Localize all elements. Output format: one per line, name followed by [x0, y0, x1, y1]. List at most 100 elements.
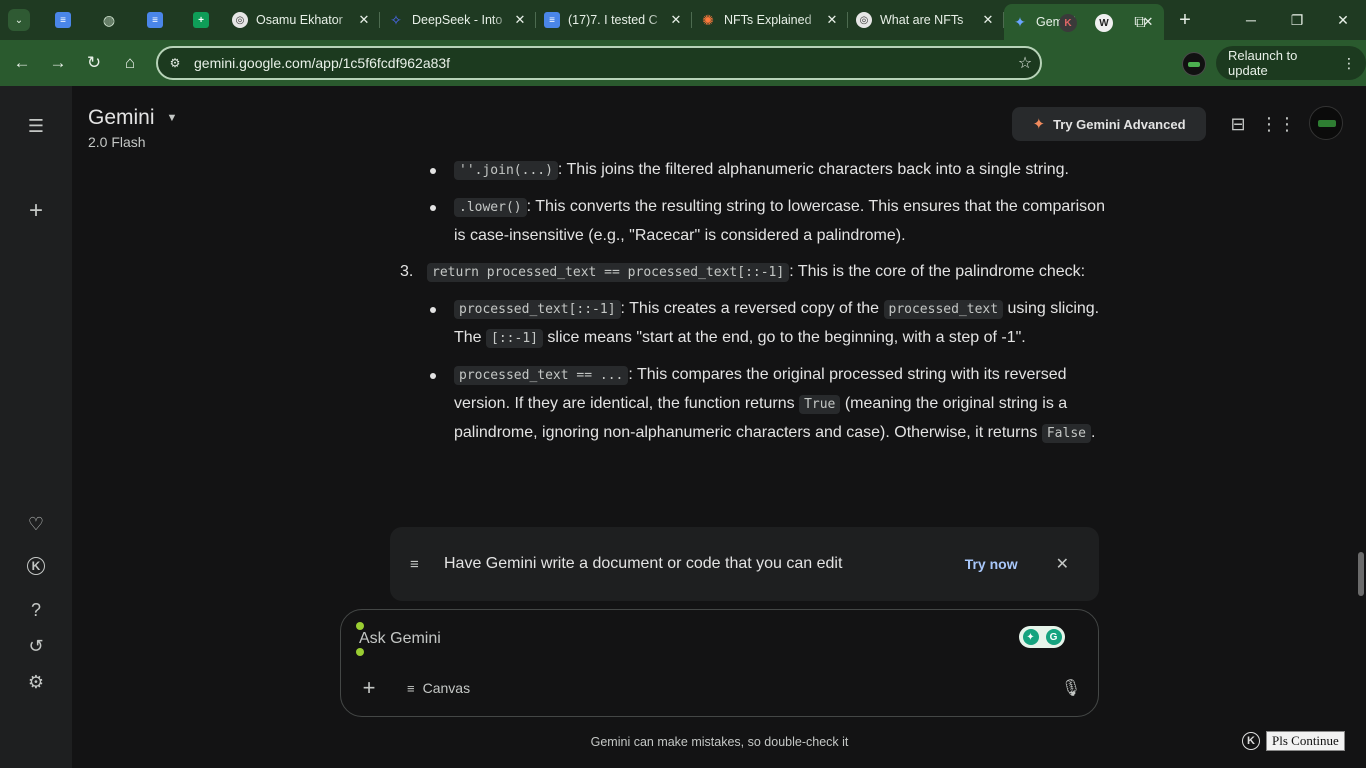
- caret-down-icon: ▼: [166, 112, 178, 124]
- tab-title: DeepSeek - Into: [412, 13, 503, 27]
- numbered-item: 3. return processed_text == processed_te…: [390, 258, 1110, 287]
- inline-code: True: [799, 395, 841, 414]
- relaunch-button[interactable]: Relaunch to update ⋮: [1216, 46, 1366, 80]
- bullet: [430, 205, 436, 211]
- menu-icon[interactable]: ☰: [22, 112, 50, 140]
- browser-tab[interactable]: ≡ (17)7. I tested C ✕: [536, 0, 692, 40]
- try-now-button[interactable]: Try now: [965, 556, 1018, 572]
- claude-icon: ✺: [702, 11, 714, 28]
- k-extension-icon[interactable]: K: [1242, 732, 1260, 750]
- prompt-input[interactable]: [359, 624, 979, 654]
- list-text: : This creates a reversed copy of the: [620, 300, 884, 317]
- minimize-icon[interactable]: ─: [1228, 0, 1274, 40]
- list-item: ''.join(...): This joins the filtered al…: [390, 156, 1110, 185]
- canvas-icon: ≡: [407, 680, 415, 696]
- extensions-puzzle-icon[interactable]: ⧉: [1126, 9, 1154, 37]
- inline-code: processed_text[::-1]: [454, 300, 621, 319]
- address-bar[interactable]: ⚙ gemini.google.com/app/1c5f6fcdf962a83f…: [156, 46, 1042, 80]
- tab-title: NFTs Explained: [724, 13, 812, 27]
- deepseek-icon: ✧: [390, 11, 402, 28]
- back-icon[interactable]: ←: [4, 45, 40, 81]
- site-info-icon[interactable]: ⚙: [164, 52, 186, 74]
- tab-title: Osamu Ekhator: [256, 13, 343, 27]
- browser-toolbar: ← → ↻ ⌂ ⚙ gemini.google.com/app/1c5f6fcd…: [0, 40, 1366, 86]
- close-tab-icon[interactable]: ✕: [980, 12, 996, 28]
- tab-title: Gemini: [1036, 15, 1076, 29]
- scrollbar-thumb[interactable]: [1358, 552, 1364, 596]
- microphone-icon[interactable]: 🎙: [1059, 676, 1083, 700]
- pls-continue-widget: K Pls Continue: [1242, 731, 1345, 751]
- help-icon[interactable]: ?: [22, 596, 50, 624]
- close-tab-icon[interactable]: ✕: [512, 12, 528, 28]
- gems-icon[interactable]: ♡: [22, 510, 50, 538]
- gemini-main: Gemini ▼ 2.0 Flash ✦ Try Gemini Advanced …: [72, 86, 1366, 768]
- close-icon[interactable]: ✕: [1056, 554, 1069, 574]
- close-window-icon[interactable]: ✕: [1320, 0, 1366, 40]
- relaunch-label: Relaunch to update: [1228, 48, 1298, 78]
- browser-tab[interactable]: ≡: [40, 0, 86, 40]
- google-apps-icon[interactable]: ⋮⋮: [1260, 110, 1296, 138]
- inline-code: return processed_text == processed_text[…: [427, 263, 790, 282]
- gemini-icon: ✦: [1014, 13, 1026, 30]
- docs-icon: ≡: [544, 12, 560, 28]
- model-switcher[interactable]: Gemini ▼ 2.0 Flash: [88, 106, 177, 150]
- browser-tab[interactable]: ◎ What are NFTs ✕: [848, 0, 1004, 40]
- close-tab-icon[interactable]: ✕: [668, 12, 684, 28]
- activity-history-icon[interactable]: ↺: [22, 632, 50, 660]
- list-text: slice means "start at the end, go to the…: [542, 329, 1026, 346]
- pls-continue-button[interactable]: Pls Continue: [1266, 731, 1345, 751]
- list-item: processed_text[::-1]: This creates a rev…: [390, 295, 1110, 353]
- list-item: .lower(): This converts the resulting st…: [390, 193, 1110, 250]
- canvas-promo-text: Have Gemini write a document or code tha…: [444, 555, 843, 572]
- canvas-promo-banner: ≡ Have Gemini write a document or code t…: [390, 527, 1099, 601]
- spark-icon: ✦: [1032, 116, 1046, 133]
- list-text: : This joins the filtered alphanumeric c…: [557, 161, 1069, 178]
- browser-tab[interactable]: ≡: [132, 0, 178, 40]
- close-tab-icon[interactable]: ✕: [356, 12, 372, 28]
- step-number: 3.: [400, 263, 414, 280]
- forward-icon[interactable]: →: [40, 45, 76, 81]
- browser-tab[interactable]: ◎ Osamu Ekhator ✕: [224, 0, 380, 40]
- w-extension-icon[interactable]: W: [1090, 9, 1118, 37]
- url-text[interactable]: gemini.google.com/app/1c5f6fcdf962a83f: [194, 55, 1010, 71]
- reload-icon[interactable]: ↻: [76, 45, 112, 81]
- new-tab-button[interactable]: +: [1170, 9, 1200, 32]
- settings-gear-icon[interactable]: ⚙: [22, 668, 50, 696]
- browser-tab[interactable]: +: [178, 0, 224, 40]
- add-file-button[interactable]: +: [357, 675, 381, 700]
- browser-menu-icon[interactable]: ⋮: [1342, 55, 1356, 72]
- temporary-chat-icon[interactable]: ⊟: [1224, 110, 1252, 138]
- gemini-sidebar: ☰ + ♡ K ? ↺ ⚙: [0, 86, 72, 768]
- list-text: .: [1090, 424, 1096, 441]
- home-icon[interactable]: ⌂: [112, 45, 148, 81]
- tab-title: What are NFTs: [880, 13, 964, 27]
- grammarly-assist-icon[interactable]: ✦: [1022, 629, 1039, 645]
- docs-icon: ≡: [147, 12, 163, 28]
- tab-list: ≡ ◍ ≡ + ◎ Osamu Ekhator ✕ ✧ DeepSeek - Into ✕ ≡ (17…: [40, 0, 1164, 40]
- grammarly-icon[interactable]: G: [1045, 629, 1062, 645]
- canvas-button[interactable]: ≡ Canvas: [407, 676, 470, 700]
- response-content: ''.join(...): This joins the filtered al…: [390, 156, 1110, 448]
- globe-icon: ◍: [102, 11, 116, 28]
- app-title: Gemini: [88, 106, 155, 129]
- try-gemini-advanced-button[interactable]: ✦ Try Gemini Advanced: [1012, 107, 1206, 141]
- list-text: : This is the core of the palindrome che…: [789, 263, 1086, 280]
- browser-profile-avatar[interactable]: [1182, 52, 1206, 76]
- text-cursor-icon: [356, 622, 364, 656]
- browser-tab[interactable]: ◍: [86, 0, 132, 40]
- browser-tab[interactable]: ✺ NFTs Explained ✕: [692, 0, 848, 40]
- browser-tab[interactable]: ✧ DeepSeek - Into ✕: [380, 0, 536, 40]
- bullet: [430, 307, 436, 313]
- tab-search-button[interactable]: ⌄: [8, 9, 30, 31]
- bookmark-star-icon[interactable]: ☆: [1010, 53, 1040, 73]
- account-avatar[interactable]: [1309, 106, 1343, 140]
- k-extension-sidebar-icon[interactable]: K: [27, 557, 45, 575]
- k-extension-icon[interactable]: K: [1054, 9, 1082, 37]
- restore-icon[interactable]: ❐: [1274, 0, 1320, 40]
- canvas-edit-icon: ≡: [410, 555, 419, 573]
- inline-code: False: [1041, 424, 1091, 443]
- openai-icon: ◎: [232, 12, 248, 28]
- new-chat-icon[interactable]: +: [22, 197, 50, 225]
- grammarly-widget[interactable]: ✦ G: [1019, 626, 1065, 648]
- close-tab-icon[interactable]: ✕: [824, 12, 840, 28]
